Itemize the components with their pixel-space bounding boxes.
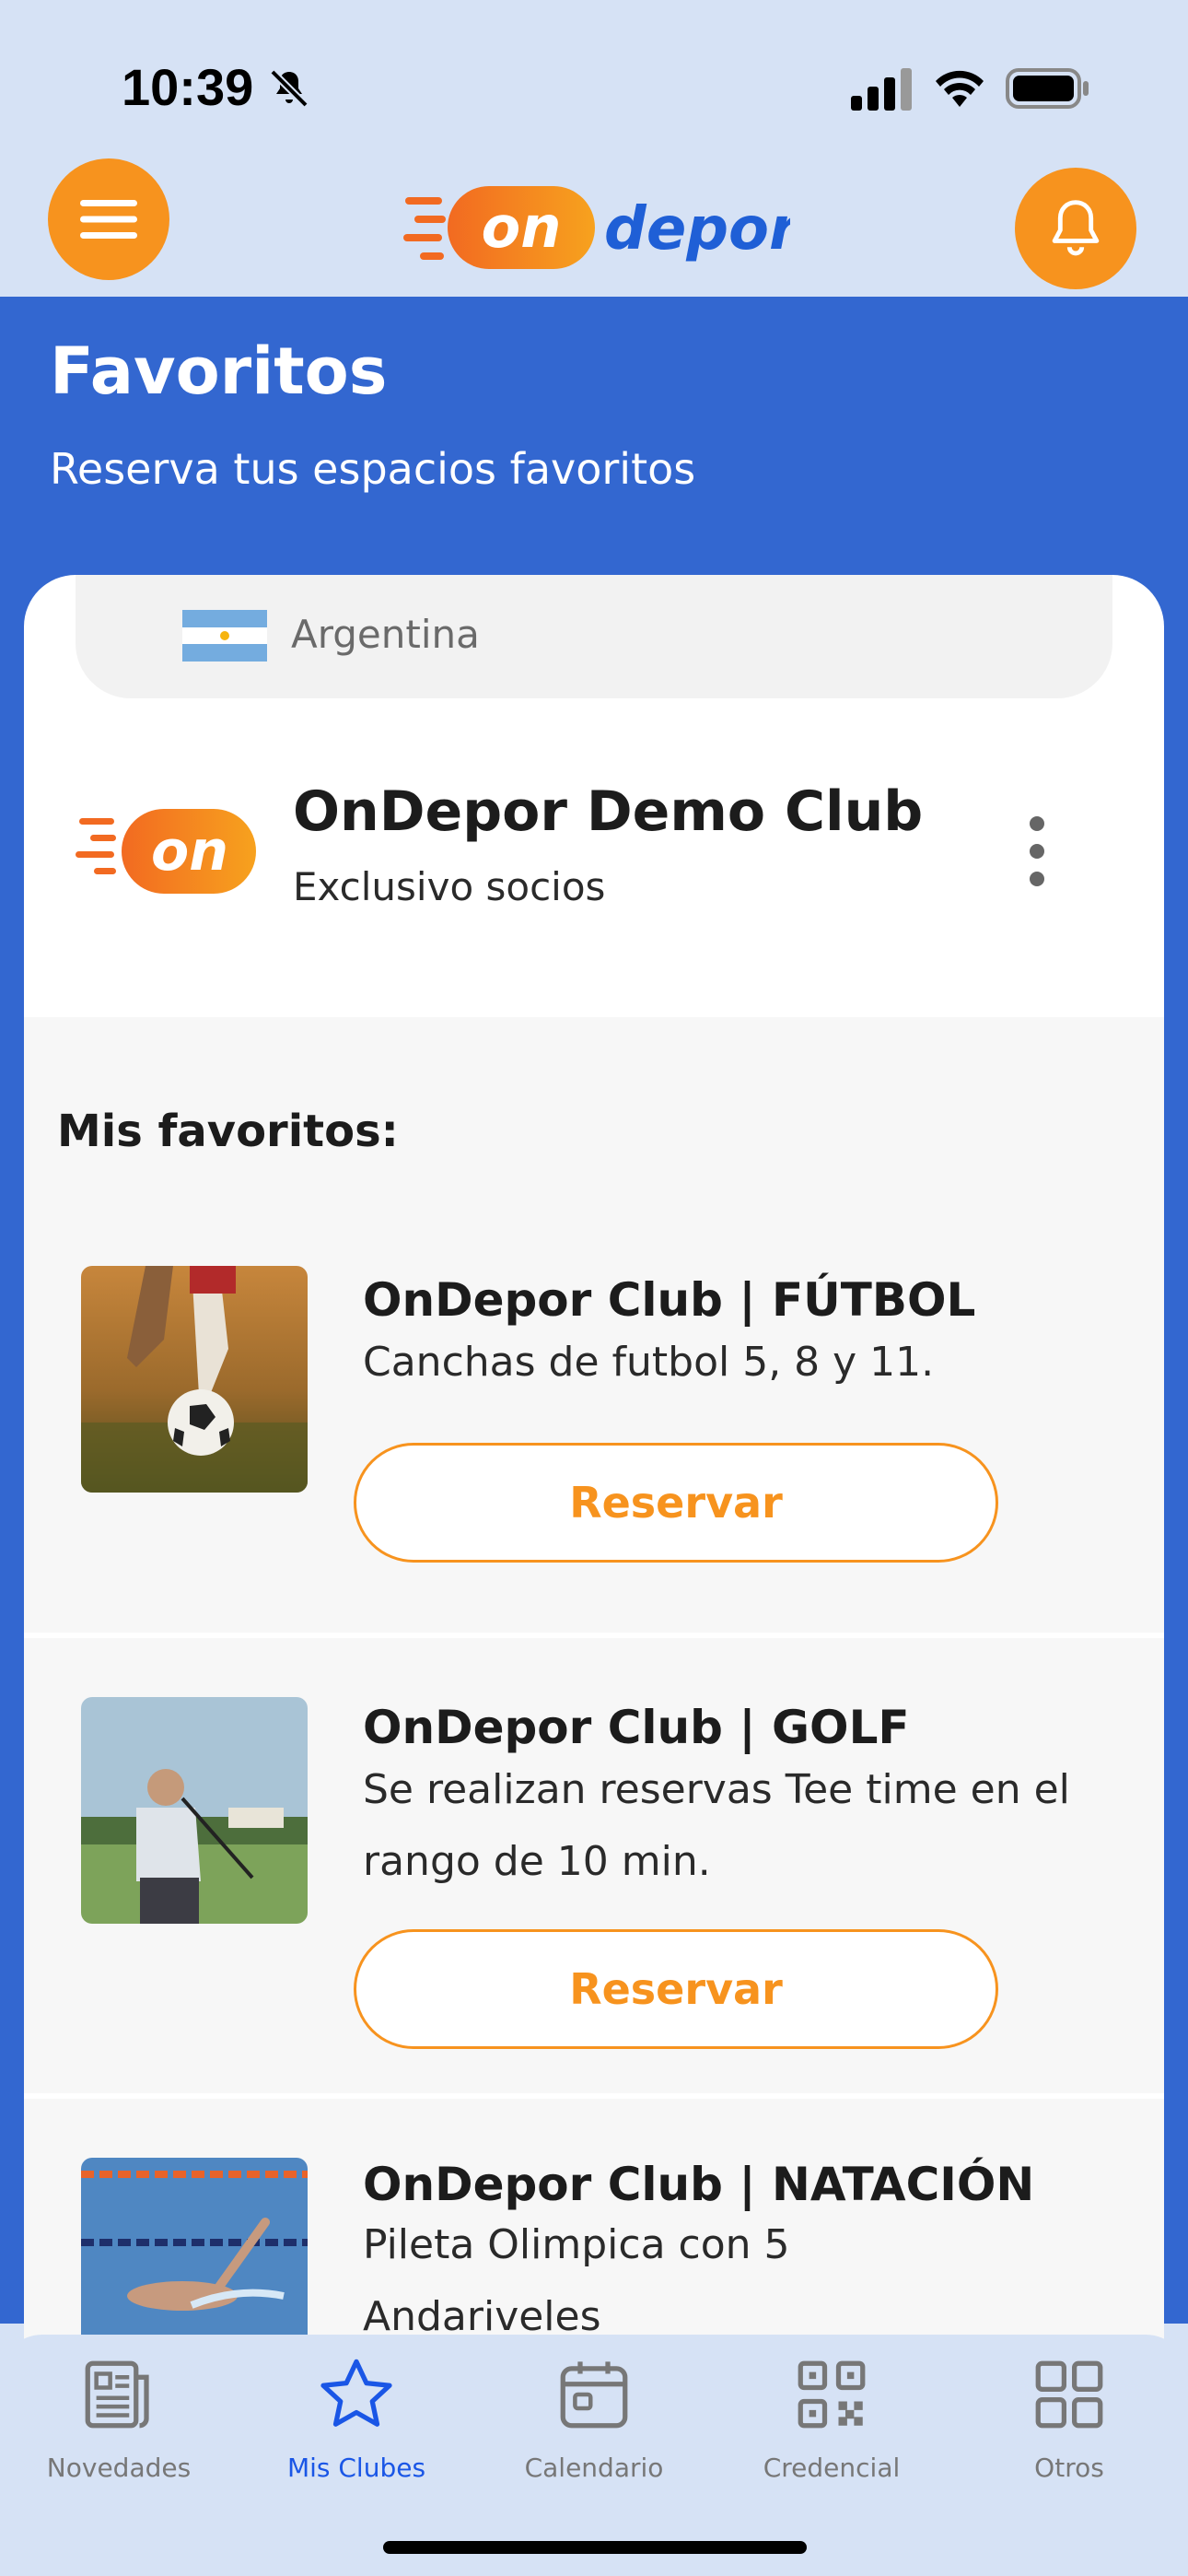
favorite-title: OnDepor Club | GOLF — [363, 1701, 910, 1754]
bottom-tab-bar: Novedades Mis Clubes Calendario Credenci… — [0, 2335, 1188, 2576]
club-logo: on — [76, 809, 256, 894]
tab-label: Mis Clubes — [286, 2453, 426, 2483]
star-icon — [320, 2359, 392, 2427]
argentina-flag-icon — [182, 610, 267, 662]
favorites-section: Mis favoritos: OnDepor Club | FÚTBOL Can… — [24, 1017, 1164, 2418]
svg-text:on: on — [151, 819, 228, 884]
club-card: Argentina on OnDepor Demo Club Exclusivo… — [24, 575, 1164, 2418]
tab-label: Otros — [1034, 2453, 1104, 2483]
status-bar: 10:39 — [0, 0, 1188, 166]
menu-button[interactable] — [48, 158, 169, 280]
wifi-icon — [936, 70, 984, 107]
more-options-icon[interactable] — [1019, 816, 1055, 899]
notifications-button[interactable] — [1015, 168, 1136, 289]
reserve-button[interactable]: Reservar — [354, 1443, 998, 1563]
country-selector[interactable]: Argentina — [76, 575, 1112, 698]
favorite-item-golf: OnDepor Club | GOLF Se realizan reservas… — [24, 1633, 1164, 2093]
newspaper-icon — [85, 2360, 149, 2429]
favorite-title: OnDepor Club | FÚTBOL — [363, 1273, 976, 1327]
favorite-description: Se realizan reservas Tee time en el rang… — [363, 1766, 1070, 1885]
favorite-title: OnDepor Club | NATACIÓN — [363, 2158, 1035, 2211]
status-time: 10:39 — [122, 58, 254, 116]
tab-label: Calendario — [524, 2453, 664, 2483]
club-name: OnDepor Demo Club — [293, 779, 924, 844]
tab-label: Novedades — [46, 2453, 192, 2483]
golf-thumbnail — [81, 1697, 308, 1924]
tab-label: Credencial — [763, 2453, 901, 2483]
page-subtitle: Reserva tus espacios favoritos — [50, 444, 696, 494]
favorites-heading: Mis favoritos: — [57, 1106, 399, 1157]
calendar-icon — [560, 2361, 628, 2429]
cellular-signal-icon — [851, 68, 912, 111]
qr-code-icon — [798, 2360, 866, 2429]
bell-muted-icon — [270, 69, 309, 108]
tab-calendario[interactable]: Calendario — [475, 2335, 713, 2510]
club-subtitle: Exclusivo socios — [293, 864, 606, 909]
favorite-item-futbol: OnDepor Club | FÚTBOL Canchas de futbol … — [24, 1235, 1164, 1633]
favorite-description: Canchas de futbol 5, 8 y 11. — [363, 1339, 935, 1386]
tab-otros[interactable]: Otros — [950, 2335, 1188, 2510]
ondepor-logo: on depor — [403, 186, 790, 269]
tab-mis-clubes[interactable]: Mis Clubes — [238, 2335, 475, 2510]
grid-icon — [1035, 2360, 1103, 2429]
home-indicator[interactable] — [383, 2541, 807, 2554]
bell-icon — [1052, 200, 1100, 256]
battery-icon — [1006, 68, 1089, 109]
svg-text:on: on — [482, 193, 562, 261]
svg-text:depor: depor — [604, 195, 790, 263]
futbol-thumbnail — [81, 1266, 308, 1493]
tab-credencial[interactable]: Credencial — [713, 2335, 950, 2510]
country-label: Argentina — [291, 612, 480, 657]
favorite-description: Pileta Olimpica con 5 Andariveles — [363, 2221, 790, 2340]
hamburger-icon — [80, 200, 137, 239]
tab-novedades[interactable]: Novedades — [0, 2335, 238, 2510]
reserve-button[interactable]: Reservar — [354, 1929, 998, 2049]
page-title: Favoritos — [50, 334, 388, 409]
